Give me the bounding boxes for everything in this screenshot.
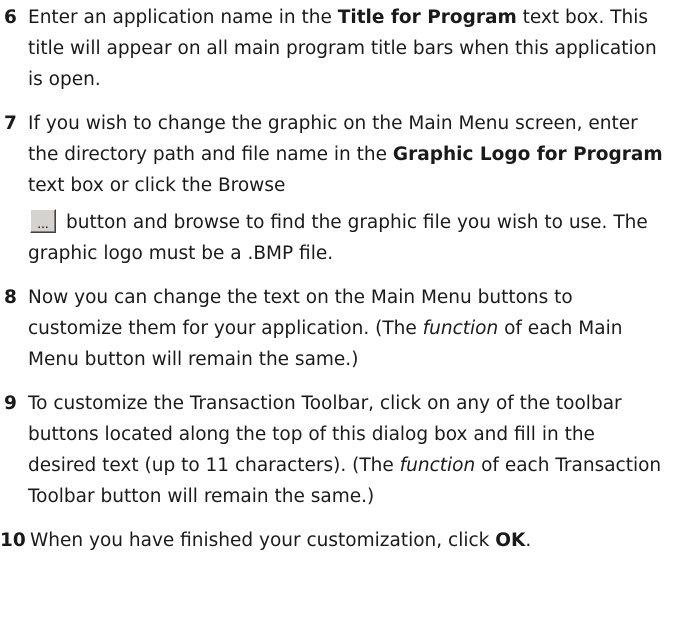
- field-name-title-for-program: Title for Program: [337, 7, 517, 28]
- step-text: Now you can change the text on the Main …: [28, 287, 622, 370]
- step-number: 9: [4, 393, 17, 414]
- emphasis-function: function: [399, 455, 476, 476]
- step-number: 8: [4, 287, 17, 308]
- step-text: To customize the Transaction Toolbar, cl…: [28, 393, 661, 507]
- step-text: When you have finished your customizatio…: [30, 530, 531, 551]
- ok-button-reference: OK: [495, 530, 526, 551]
- step-text: If you wish to change the graphic on the…: [28, 113, 664, 264]
- step-text-part: .: [525, 530, 532, 551]
- emphasis-function: function: [422, 318, 499, 339]
- step-6: 6 Enter an application name in the Title…: [0, 2, 674, 95]
- step-number: 6: [4, 7, 17, 28]
- step-10: 10 When you have finished your customiza…: [0, 525, 674, 556]
- step-text-part: Enter an application name in the: [28, 7, 338, 28]
- instruction-page: 6 Enter an application name in the Title…: [0, 0, 674, 620]
- step-text: Enter an application name in the Title f…: [28, 7, 657, 90]
- browse-button-icon[interactable]: ...: [30, 209, 56, 233]
- step-text-part: button and browse to find the graphic fi…: [28, 212, 648, 264]
- step-text-part: When you have finished your customizatio…: [30, 530, 496, 551]
- step-number: 7: [4, 113, 17, 134]
- step-8: 8 Now you can change the text on the Mai…: [0, 282, 674, 375]
- step-9: 9 To customize the Transaction Toolbar, …: [0, 388, 674, 512]
- ellipsis-icon: ...: [37, 217, 49, 231]
- step-text-part: text box or click the Browse: [28, 175, 286, 196]
- field-name-graphic-logo: Graphic Logo for Program: [392, 144, 663, 165]
- step-7: 7 If you wish to change the graphic on t…: [0, 108, 674, 269]
- step-number: 10: [0, 530, 26, 551]
